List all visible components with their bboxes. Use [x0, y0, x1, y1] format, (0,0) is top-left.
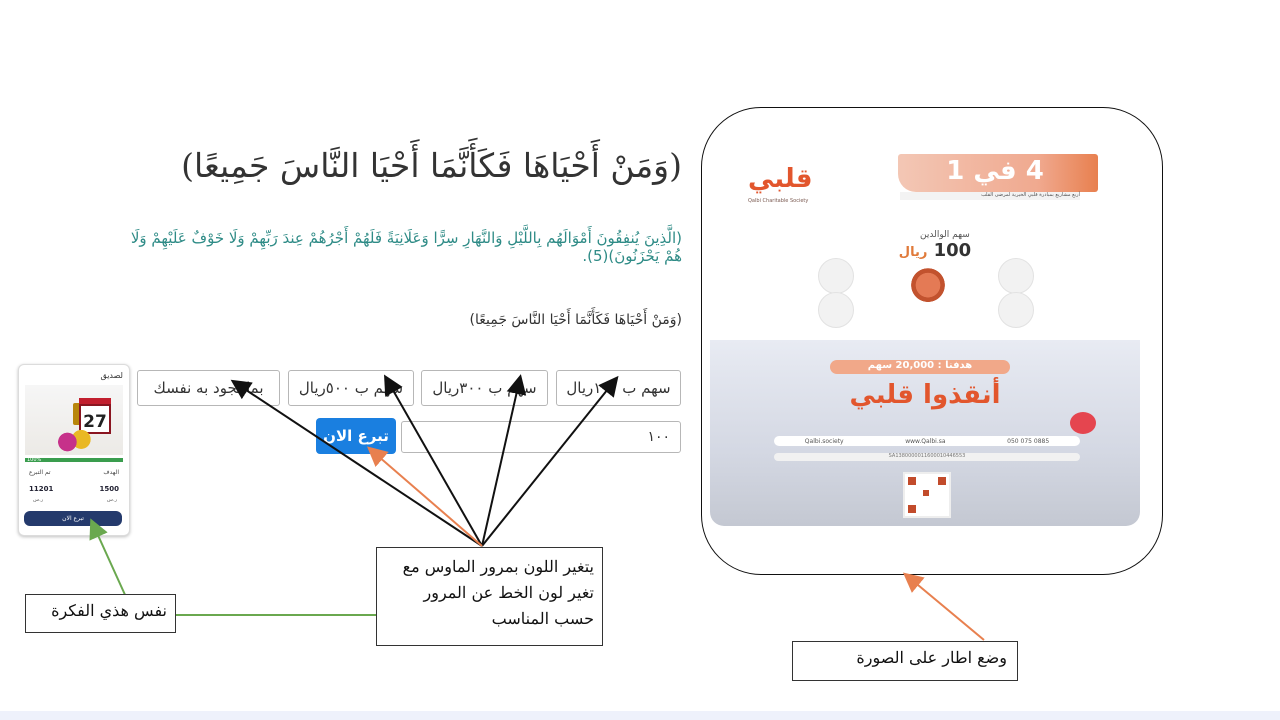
annotation-arrows [89, 374, 985, 641]
arrow-to-donate [366, 446, 483, 547]
bottom-strip [0, 711, 1280, 720]
arrow-to-frame [902, 572, 985, 641]
arrow-to-100 [481, 375, 619, 547]
same-idea-note: نفس هذي الفكرة [25, 594, 176, 633]
hover-note: يتغير اللون بمرور الماوس مع تغير لون الخ… [376, 547, 603, 646]
arrow-to-card [89, 518, 127, 598]
arrow-to-500 [384, 374, 483, 547]
arrow-to-custom [230, 379, 483, 547]
frame-note: وضع اطار على الصورة [792, 641, 1018, 681]
